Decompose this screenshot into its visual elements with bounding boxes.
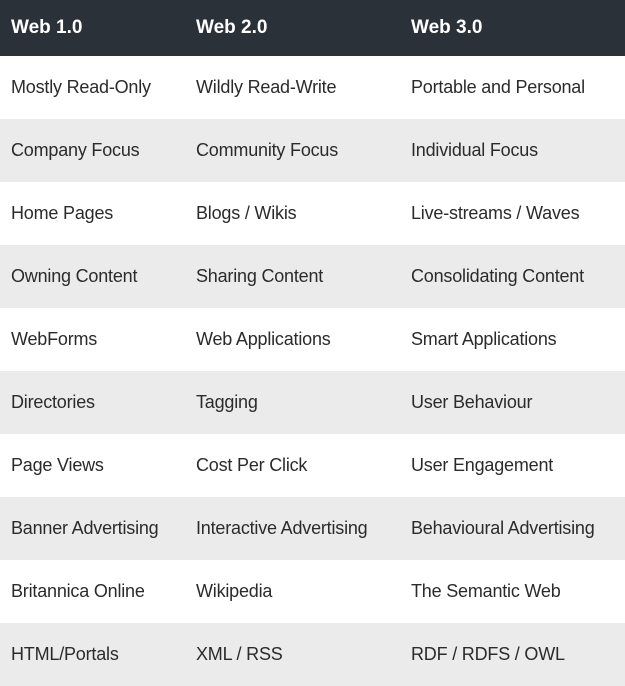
cell-web-3: User Behaviour	[411, 392, 533, 412]
table-row: Britannica Online Wikipedia The Semantic…	[0, 560, 625, 623]
cell-web-3: RDF / RDFS / OWL	[411, 644, 565, 664]
web-versions-comparison-table: Web 1.0 Web 2.0 Web 3.0 Mostly Read-Only…	[0, 0, 625, 686]
cell-web-1: Home Pages	[11, 203, 114, 223]
cell-web-1: Owning Content	[11, 266, 138, 286]
table-row: WebForms Web Applications Smart Applicat…	[0, 308, 625, 371]
table-header: Web 1.0 Web 2.0 Web 3.0	[0, 0, 625, 56]
cell-web-2: Tagging	[196, 392, 258, 412]
cell-web-3: User Engagement	[411, 455, 554, 475]
table-row: Mostly Read-Only Wildly Read-Write Porta…	[0, 56, 625, 119]
cell-web-1: Company Focus	[11, 140, 140, 160]
table-body: Mostly Read-Only Wildly Read-Write Porta…	[0, 56, 625, 686]
cell-web-2: Community Focus	[196, 140, 339, 160]
header-web-3: Web 3.0	[411, 17, 483, 38]
cell-web-2: Sharing Content	[196, 266, 324, 286]
cell-web-3: Consolidating Content	[411, 266, 584, 286]
cell-web-3: Smart Applications	[411, 329, 557, 349]
cell-web-2: Web Applications	[196, 329, 331, 349]
cell-web-3: Behavioural Advertising	[411, 518, 595, 538]
cell-web-1: Mostly Read-Only	[11, 77, 151, 97]
header-row: Web 1.0 Web 2.0 Web 3.0	[0, 0, 625, 56]
header-web-1: Web 1.0	[11, 17, 83, 38]
cell-web-3: Live-streams / Waves	[411, 203, 580, 223]
cell-web-1: Britannica Online	[11, 581, 145, 601]
table-row: Page Views Cost Per Click User Engagemen…	[0, 434, 625, 497]
table-row: Home Pages Blogs / Wikis Live-streams / …	[0, 182, 625, 245]
cell-web-3: Individual Focus	[411, 140, 538, 160]
cell-web-2: XML / RSS	[196, 644, 283, 664]
cell-web-2: Interactive Advertising	[196, 518, 368, 538]
cell-web-2: Blogs / Wikis	[196, 203, 297, 223]
table-row: HTML/Portals XML / RSS RDF / RDFS / OWL	[0, 623, 625, 686]
cell-web-1: Directories	[11, 392, 95, 412]
cell-web-2: Wikipedia	[196, 581, 273, 601]
header-web-2: Web 2.0	[196, 17, 268, 38]
cell-web-1: Banner Advertising	[11, 518, 159, 538]
cell-web-3: Portable and Personal	[411, 77, 585, 97]
cell-web-1: Page Views	[11, 455, 104, 475]
table-row: Banner Advertising Interactive Advertisi…	[0, 497, 625, 560]
cell-web-1: HTML/Portals	[11, 644, 119, 664]
table-row: Owning Content Sharing Content Consolida…	[0, 245, 625, 308]
cell-web-1: WebForms	[11, 329, 98, 349]
cell-web-3: The Semantic Web	[411, 581, 561, 601]
cell-web-2: Cost Per Click	[196, 455, 308, 475]
cell-web-2: Wildly Read-Write	[196, 77, 337, 97]
table-row: Company Focus Community Focus Individual…	[0, 119, 625, 182]
table-row: Directories Tagging User Behaviour	[0, 371, 625, 434]
